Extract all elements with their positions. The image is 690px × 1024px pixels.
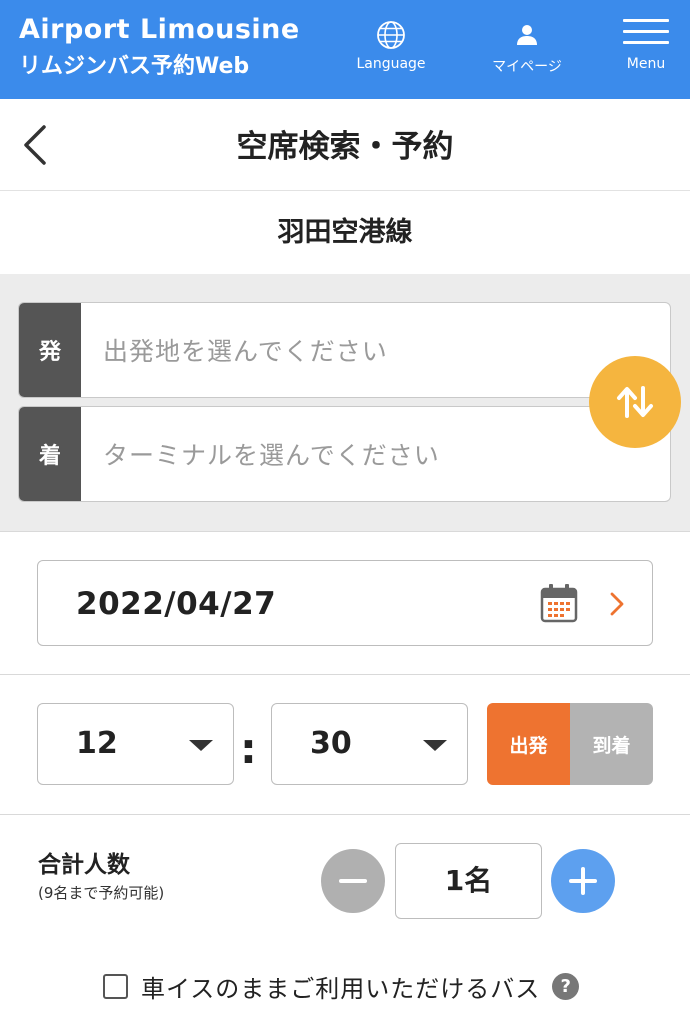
date-section: 2022/04/27 — [0, 532, 690, 675]
minus-button[interactable] — [321, 849, 385, 913]
calendar-icon — [540, 584, 578, 623]
minute-select[interactable]: 30 — [271, 703, 468, 785]
help-icon[interactable]: ? — [552, 972, 580, 1000]
person-icon — [517, 25, 537, 45]
route-name: 羽田空港線 — [277, 217, 413, 248]
language-label: Language — [356, 56, 426, 72]
plus-button[interactable] — [551, 849, 615, 913]
swap-arrows-icon — [617, 386, 653, 418]
page-title: 空席検索・予約 — [236, 129, 454, 165]
hour-select[interactable]: 12 — [37, 703, 234, 785]
menu-label: Menu — [626, 56, 666, 72]
passenger-note: (9名まで予約可能) — [38, 884, 165, 902]
app-header: Airport Limousine リムジンバス予約Web Language マ… — [0, 0, 690, 99]
mypage-button[interactable]: マイページ — [480, 0, 574, 99]
departure-placeholder: 出発地を選んでください — [103, 337, 388, 366]
arrival-placeholder: ターミナルを選んでください — [103, 441, 440, 470]
hamburger-icon — [623, 19, 669, 45]
wheelchair-label[interactable]: 車イスのままご利用いただけるバス — [141, 969, 540, 1004]
passenger-count: 1名 — [395, 843, 542, 919]
depart-toggle[interactable]: 出発 — [487, 703, 570, 785]
caret-down-icon — [423, 740, 447, 751]
time-section: 12 30 出発 到着 — [0, 675, 690, 815]
mypage-label: マイページ — [492, 59, 562, 75]
date-value: 2022/04/27 — [76, 586, 277, 622]
chevron-right-icon — [610, 592, 624, 616]
depart-arrive-toggle: 出発 到着 — [487, 703, 653, 785]
minute-value: 30 — [310, 726, 352, 761]
departure-tag: 発 — [19, 303, 81, 397]
departure-select[interactable]: 発 出発地を選んでください — [18, 302, 671, 398]
time-separator: : — [240, 724, 257, 773]
passenger-label: 合計人数 — [38, 852, 130, 878]
caret-down-icon — [189, 740, 213, 751]
brand-title[interactable]: Airport Limousine — [19, 14, 300, 45]
arrival-tag: 着 — [19, 407, 81, 501]
swap-button[interactable] — [589, 356, 681, 448]
arrive-toggle[interactable]: 到着 — [570, 703, 653, 785]
arrival-select[interactable]: 着 ターミナルを選んでください — [18, 406, 671, 502]
wheelchair-option: 車イスのままご利用いただけるバス ? — [103, 966, 580, 1006]
date-picker[interactable]: 2022/04/27 — [37, 560, 653, 646]
hour-value: 12 — [76, 726, 118, 761]
title-bar: 空席検索・予約 — [0, 99, 690, 191]
brand-subtitle[interactable]: リムジンバス予約Web — [19, 48, 249, 80]
stop-selection: 発 出発地を選んでください 着 ターミナルを選んでください — [0, 274, 690, 532]
language-button[interactable]: Language — [345, 0, 437, 99]
wheelchair-checkbox[interactable] — [103, 973, 128, 999]
menu-button[interactable]: Menu — [612, 0, 680, 99]
globe-icon — [377, 21, 405, 49]
